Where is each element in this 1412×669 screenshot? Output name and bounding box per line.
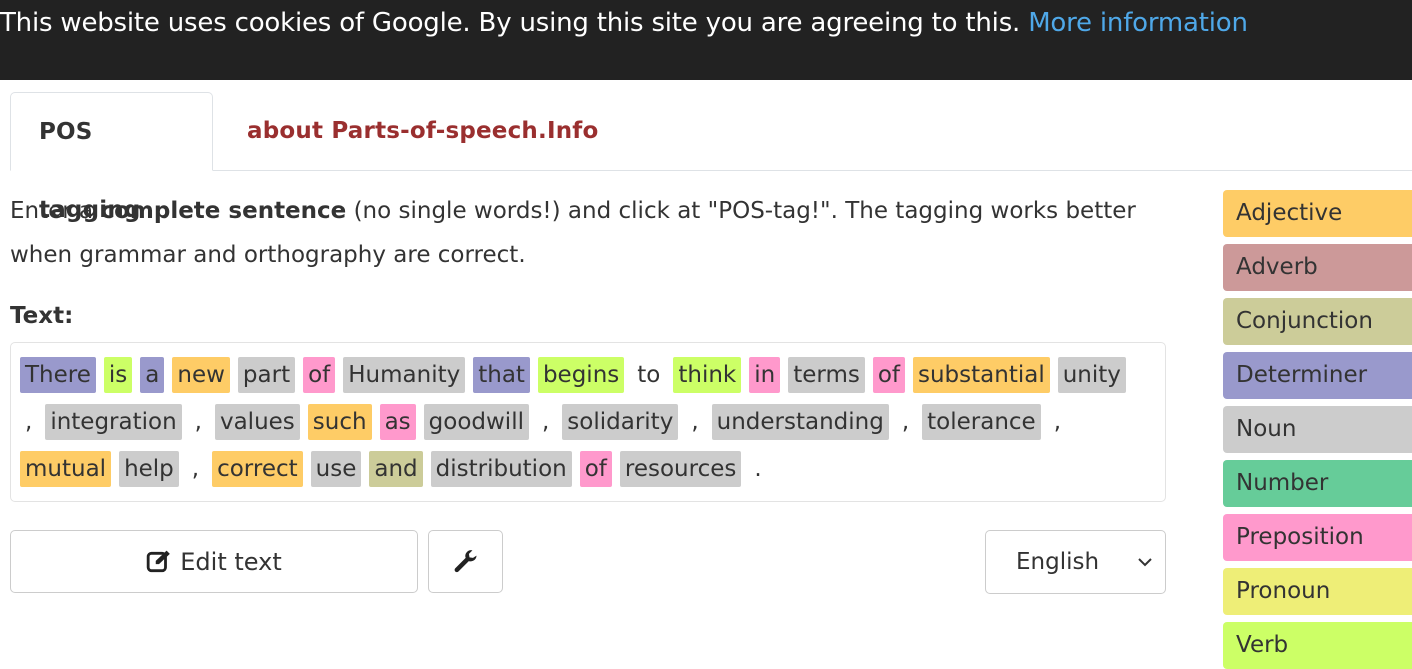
tagged-word: values <box>214 404 300 440</box>
tagged-word: part <box>237 357 296 393</box>
edit-text-button[interactable]: Edit text <box>10 530 418 593</box>
tagged-word: , <box>191 456 200 482</box>
tagged-word: . <box>754 456 762 482</box>
legend-item-adverb: Adverb <box>1223 244 1412 291</box>
wrench-icon <box>454 549 476 572</box>
tagged-word: unity <box>1057 357 1126 393</box>
tagged-word: terms <box>788 357 865 393</box>
chevron-down-icon <box>1138 558 1152 567</box>
tab-pos-tagging[interactable]: POS tagging <box>10 92 213 223</box>
tagged-word: of <box>303 357 336 393</box>
tagged-word: a <box>140 357 165 393</box>
tagged-word: mutual <box>20 451 112 487</box>
tagged-word: integration <box>45 404 182 440</box>
text-label: Text: <box>10 303 74 329</box>
instructions: Enter a complete sentence (no single wor… <box>10 189 1170 277</box>
legend-item-verb: Verb <box>1223 622 1412 669</box>
edit-text-label: Edit text <box>180 547 282 576</box>
tagged-word: , <box>541 409 550 435</box>
more-information-link[interactable]: More information <box>1028 8 1248 38</box>
tab-about[interactable]: about Parts-of-speech.Info <box>219 92 626 170</box>
tagged-word: Humanity <box>343 357 466 393</box>
tagged-word: as <box>379 404 416 440</box>
legend-item-noun: Noun <box>1223 406 1412 453</box>
tagged-word: begins <box>537 357 625 393</box>
edit-icon <box>147 550 171 572</box>
legend-item-determiner: Determiner <box>1223 352 1412 399</box>
tagged-word: , <box>194 409 202 435</box>
legend-item-preposition: Preposition <box>1223 514 1412 561</box>
language-selected: English <box>1016 549 1100 575</box>
language-select[interactable]: English <box>985 530 1166 594</box>
tagged-word: correct <box>212 451 303 487</box>
tagged-word: tolerance <box>922 404 1041 440</box>
tagged-word: in <box>749 357 781 393</box>
tagged-word: of <box>872 357 905 393</box>
tagged-word: substantial <box>913 357 1050 393</box>
tagged-word: There <box>20 357 96 393</box>
legend-item-adjective: Adjective <box>1223 190 1412 237</box>
tagged-word: understanding <box>711 404 889 440</box>
tagged-word: to <box>637 362 661 388</box>
tagged-word: goodwill <box>423 404 529 440</box>
tagged-word: such <box>307 404 372 440</box>
intro-text-bold: complete sentence <box>100 198 347 224</box>
cookie-text: This website uses cookies of Google. By … <box>0 8 1021 38</box>
tagged-word: and <box>369 451 423 487</box>
tagged-word: , <box>25 409 33 435</box>
tagged-word: of <box>579 451 612 487</box>
tagged-word: new <box>172 357 230 393</box>
legend-item-pronoun: Pronoun <box>1223 568 1412 615</box>
tagged-word: that <box>473 357 530 393</box>
tagged-word: use <box>310 451 362 487</box>
tagged-word: help <box>119 451 179 487</box>
legend-item-conjunction: Conjunction <box>1223 298 1412 345</box>
tagged-word: think <box>673 357 742 393</box>
tagged-word: solidarity <box>562 404 679 440</box>
tagged-word: resources <box>619 451 742 487</box>
tagged-text-box: There is a new part of Humanity that begins to thi… <box>10 342 1166 502</box>
intro-text-pre: Enter a <box>10 198 101 224</box>
tagged-word: , <box>1053 409 1062 435</box>
tab-bar: POS tagging about Parts-of-speech.Info <box>10 92 1412 223</box>
cookie-banner: This website uses cookies of Google. By … <box>0 0 1412 80</box>
tagged-word: is <box>103 357 133 393</box>
settings-button[interactable] <box>428 530 503 593</box>
legend-item-number: Number <box>1223 460 1412 507</box>
tagged-word: , <box>901 409 910 435</box>
tagged-word: , <box>691 409 699 435</box>
tagged-word: distribution <box>430 451 572 487</box>
